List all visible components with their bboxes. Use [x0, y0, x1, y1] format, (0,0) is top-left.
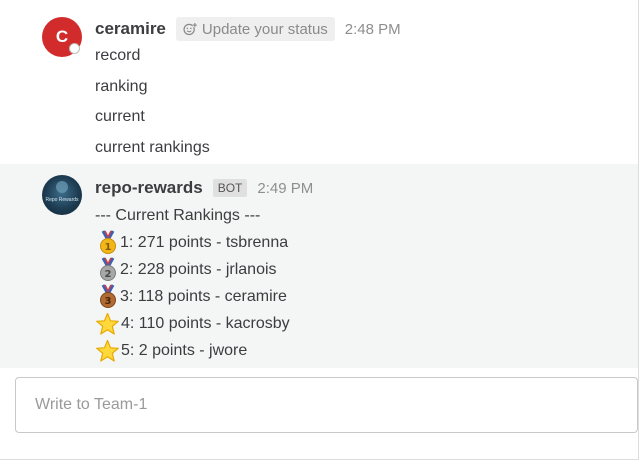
ranking-text: 3: 118 points - ceramire	[120, 287, 287, 305]
gold-medal-icon: 1	[100, 230, 116, 254]
bot-avatar-label: Repo Rewards	[45, 197, 79, 203]
update-status-button[interactable]: Update your status	[175, 17, 335, 41]
message-composer	[15, 377, 638, 433]
bronze-medal-icon: 3	[100, 284, 116, 308]
ranking-text: 4: 110 points - kacrosby	[121, 315, 290, 332]
post-header: repo-rewards BOT 2:49 PM	[95, 175, 313, 201]
ranking-row: 2 2: 228 points - jrlanois	[95, 257, 277, 282]
post-time[interactable]: 2:48 PM	[345, 21, 401, 38]
smiley-plus-icon	[183, 22, 197, 36]
post-header: ceramire Update your status 2:48 PM	[95, 16, 401, 42]
offline-status-icon	[69, 43, 80, 54]
username[interactable]: ceramire	[95, 19, 166, 39]
svg-text:1: 1	[105, 242, 112, 253]
bot-figure-icon	[56, 181, 68, 193]
svg-text:3: 3	[105, 296, 112, 307]
silver-medal-icon: 2	[100, 257, 116, 281]
star-icon	[96, 339, 119, 362]
ranking-text: 2: 228 points - jrlanois	[120, 260, 277, 278]
message-line: current rankings	[95, 139, 210, 156]
username[interactable]: repo-rewards	[95, 178, 203, 198]
ranking-text: 5: 2 points - jwore	[121, 342, 248, 359]
message-line: record	[95, 47, 141, 64]
message-line: ranking	[95, 78, 148, 95]
ranking-row: 1 1: 271 points - tsbrenna	[95, 230, 288, 255]
ranking-text: 1: 271 points - tsbrenna	[120, 233, 289, 251]
post-time[interactable]: 2:49 PM	[257, 180, 313, 197]
ranking-row: 4: 110 points - kacrosby	[95, 312, 290, 336]
channel-view: C ceramire Update your status 2:48 PM re…	[0, 0, 639, 460]
status-button-label: Update your status	[201, 20, 328, 38]
message-line: current	[95, 108, 145, 125]
rankings-heading: --- Current Rankings ---	[95, 207, 261, 224]
star-icon	[96, 312, 119, 335]
ranking-row: 5: 2 points - jwore	[95, 339, 247, 363]
bot-avatar[interactable]: Repo Rewards	[42, 175, 82, 215]
svg-text:2: 2	[105, 269, 112, 280]
bot-badge: BOT	[212, 179, 248, 197]
ranking-row: 3 3: 118 points - ceramire	[95, 284, 287, 309]
message-input[interactable]	[16, 378, 637, 432]
